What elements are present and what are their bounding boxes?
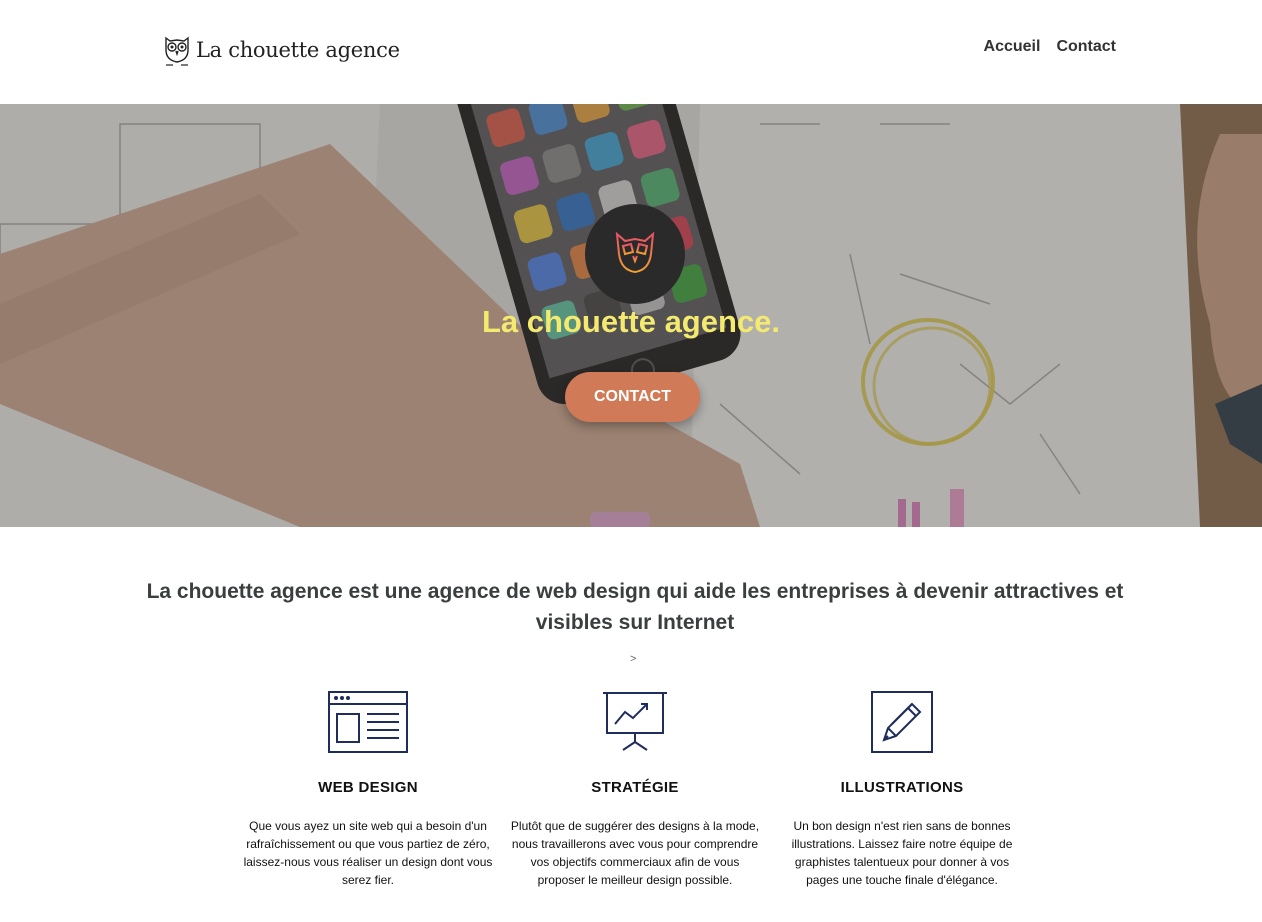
hero-title: La chouette agence. xyxy=(481,304,781,339)
feature-web-design: WEB DESIGN Que vous ayez un site web qui… xyxy=(243,690,493,889)
main-nav: Accueil Contact xyxy=(984,38,1116,56)
nav-link-contact[interactable]: Contact xyxy=(1056,38,1116,56)
hero-owl-badge xyxy=(585,204,685,304)
owl-emblem-icon xyxy=(615,231,655,279)
pencil-icon xyxy=(871,691,933,753)
feature-title: STRATÉGIE xyxy=(591,779,679,796)
site-header: La chouette agence Accueil Contact xyxy=(0,0,1262,104)
feature-title: ILLUSTRATIONS xyxy=(840,779,964,796)
feature-description: Plutôt que de suggérer des designs à la … xyxy=(510,819,760,887)
feature-description: Que vous ayez un site web qui a besoin d… xyxy=(243,819,493,887)
site-logo[interactable]: La chouette agence xyxy=(162,32,400,68)
presentation-chart-icon xyxy=(603,692,667,751)
feature-illustrations: ILLUSTRATIONS Un bon design n'est rien s… xyxy=(777,690,1027,889)
hero-banner: La chouette agence. CONTACT xyxy=(0,104,1262,527)
feature-description: Un bon design n'est rien sans de bonnes … xyxy=(791,819,1013,887)
owl-logo-icon xyxy=(165,36,189,66)
feature-title: WEB DESIGN xyxy=(318,779,418,796)
feature-strategie: STRATÉGIE Plutôt que de suggérer des des… xyxy=(510,690,760,889)
web-design-icon xyxy=(328,691,408,753)
logo-text: La chouette agence xyxy=(196,38,400,62)
contact-button[interactable]: CONTACT xyxy=(565,372,700,422)
intro-text: La chouette agence est une agence de web… xyxy=(146,580,1124,634)
arrow-marker: > xyxy=(630,653,637,665)
nav-link-accueil[interactable]: Accueil xyxy=(984,38,1041,56)
